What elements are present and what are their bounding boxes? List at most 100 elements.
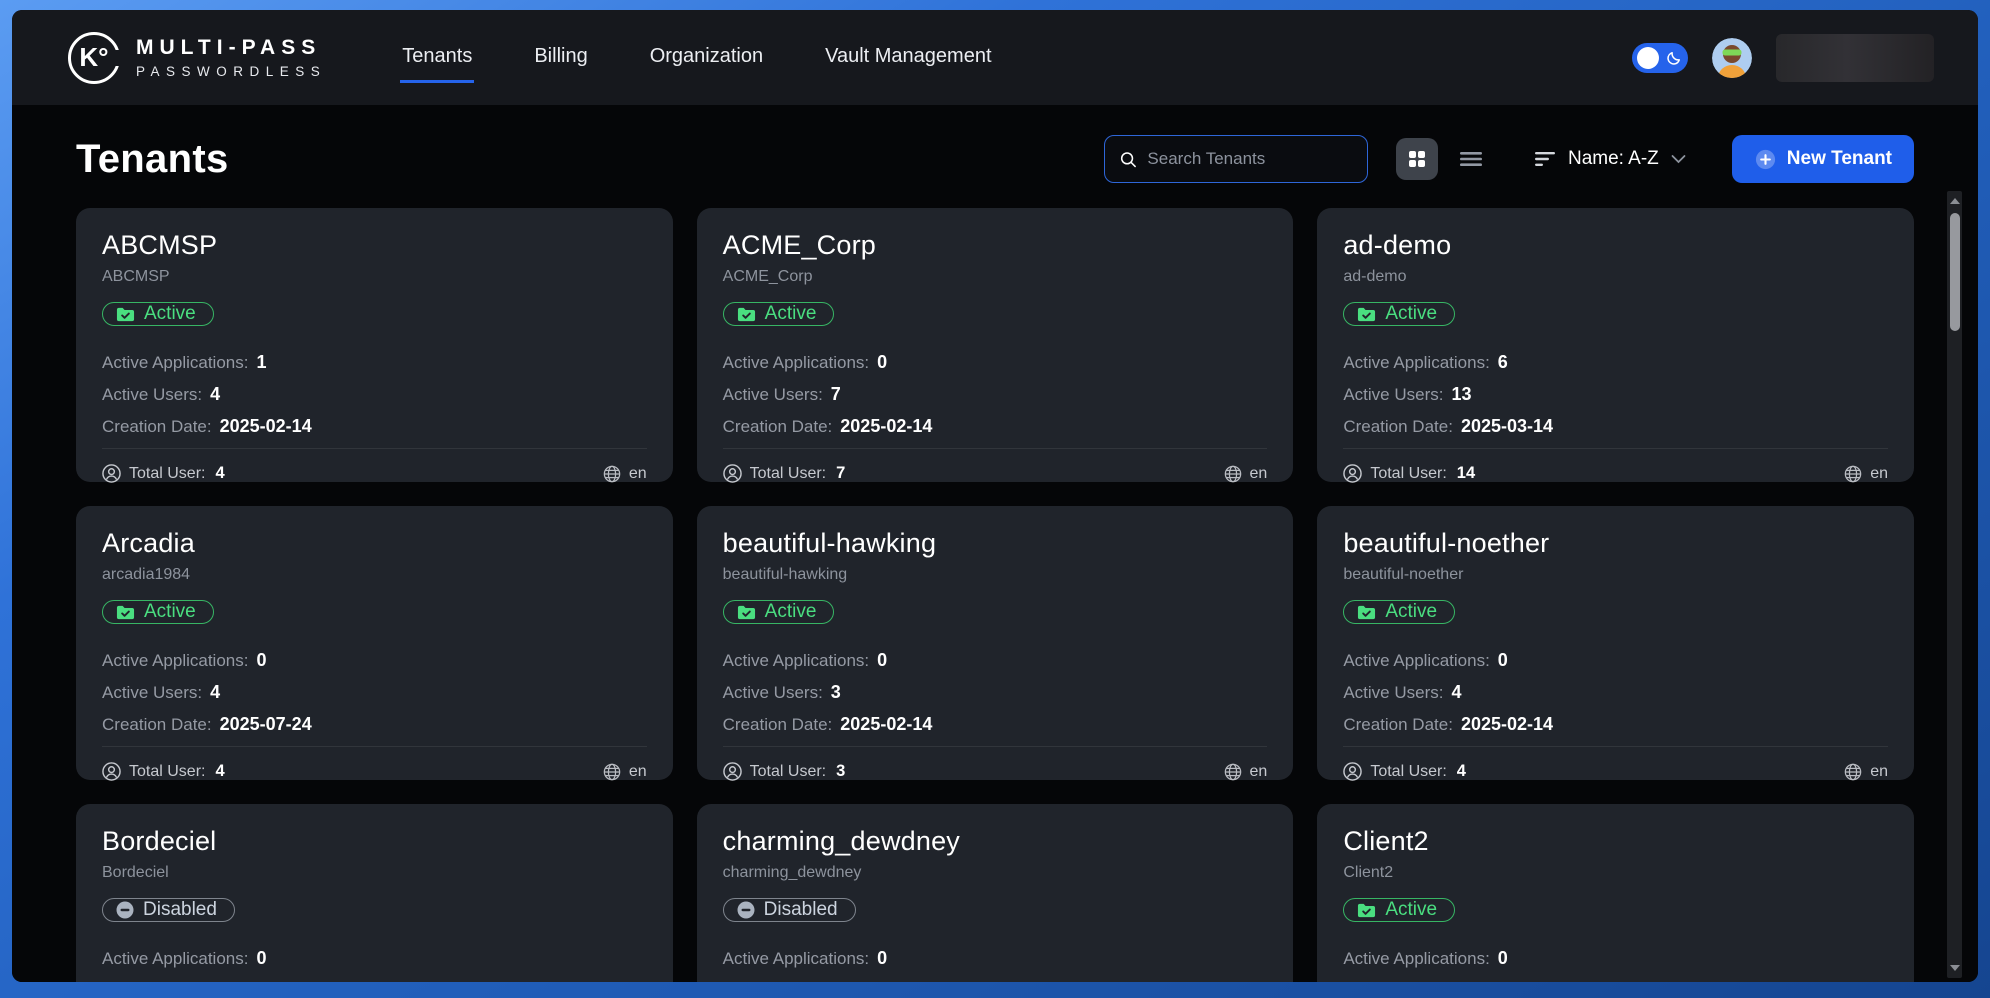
grid-icon bbox=[1407, 149, 1427, 169]
sort-label: Name: A-Z bbox=[1568, 148, 1659, 170]
status-badge: Active bbox=[723, 302, 835, 326]
user-circle-icon bbox=[723, 762, 742, 781]
nav-item-vault-management[interactable]: Vault Management bbox=[823, 33, 993, 83]
globe-icon bbox=[1844, 465, 1862, 483]
creation-date-value: 2025-07-24 bbox=[220, 714, 312, 735]
user-circle-icon bbox=[1343, 762, 1362, 781]
tenant-name: ABCMSP bbox=[102, 230, 647, 261]
active-applications-row: Active Applications: 0 bbox=[723, 948, 1268, 969]
list-icon bbox=[1459, 149, 1483, 169]
status-label: Active bbox=[1385, 601, 1437, 623]
list-view-button[interactable] bbox=[1454, 138, 1488, 180]
tenant-card[interactable]: ACME_Corp ACME_Corp Active Active Applic… bbox=[697, 208, 1294, 482]
active-users-row: Active Users: 7 bbox=[723, 384, 1268, 405]
nav-item-billing[interactable]: Billing bbox=[532, 33, 589, 83]
active-users-value: 4 bbox=[210, 384, 220, 405]
total-user-label: Total User: bbox=[129, 763, 205, 781]
active-users-row: Active Users: bbox=[102, 980, 647, 982]
nav-item-organization[interactable]: Organization bbox=[648, 33, 765, 83]
search-box[interactable] bbox=[1104, 135, 1368, 183]
active-users-row: Active Users: 13 bbox=[1343, 384, 1888, 405]
search-icon bbox=[1119, 149, 1137, 170]
plus-circle-icon bbox=[1754, 148, 1777, 171]
top-navbar: K° MULTI-PASS PASSWORDLESS Tenants Billi… bbox=[12, 10, 1978, 105]
user-circle-icon bbox=[102, 464, 121, 483]
tenant-name: ad-demo bbox=[1343, 230, 1888, 261]
active-applications-value: 6 bbox=[1498, 352, 1508, 373]
status-label: Disabled bbox=[143, 899, 217, 921]
minus-circle-icon bbox=[116, 901, 134, 919]
total-user-label: Total User: bbox=[750, 465, 826, 483]
active-users-row: Active Users: 4 bbox=[102, 682, 647, 703]
new-tenant-button[interactable]: New Tenant bbox=[1732, 135, 1914, 183]
language-value: en bbox=[1250, 763, 1268, 781]
main-content: Tenants bbox=[12, 105, 1978, 982]
tenant-card[interactable]: Client2 Client2 Active Active Applicatio… bbox=[1317, 804, 1914, 982]
creation-date-row: Creation Date: 2025-02-14 bbox=[723, 714, 1268, 735]
tenant-card[interactable]: Arcadia arcadia1984 Active Active Applic… bbox=[76, 506, 673, 780]
status-label: Active bbox=[144, 303, 196, 325]
status-label: Disabled bbox=[764, 899, 838, 921]
globe-icon bbox=[603, 763, 621, 781]
active-applications-row: Active Applications: 0 bbox=[102, 948, 647, 969]
main-nav: Tenants Billing Organization Vault Manag… bbox=[400, 33, 993, 83]
active-applications-value: 0 bbox=[877, 948, 887, 969]
creation-date-value: 2025-02-14 bbox=[840, 714, 932, 735]
folder-check-icon bbox=[1357, 306, 1376, 323]
total-user-label: Total User: bbox=[1370, 465, 1446, 483]
user-avatar[interactable] bbox=[1712, 38, 1752, 78]
tenant-grid: ABCMSP ABCMSP Active Active Applications… bbox=[12, 208, 1978, 982]
active-applications-row: Active Applications: 1 bbox=[102, 352, 647, 373]
folder-check-icon bbox=[116, 604, 135, 621]
user-name-redacted bbox=[1776, 34, 1934, 82]
status-label: Active bbox=[765, 601, 817, 623]
tenant-slug: charming_dewdney bbox=[723, 864, 1268, 882]
creation-date-value: 2025-02-14 bbox=[1461, 714, 1553, 735]
active-applications-value: 0 bbox=[1498, 650, 1508, 671]
status-badge: Active bbox=[102, 600, 214, 624]
scrollbar-thumb[interactable] bbox=[1950, 213, 1960, 331]
tenant-card[interactable]: beautiful-noether beautiful-noether Acti… bbox=[1317, 506, 1914, 780]
chevron-down-icon bbox=[1671, 154, 1686, 164]
tenant-card[interactable]: beautiful-hawking beautiful-hawking Acti… bbox=[697, 506, 1294, 780]
brand-logo[interactable]: K° MULTI-PASS PASSWORDLESS bbox=[68, 32, 326, 84]
active-applications-row: Active Applications: 6 bbox=[1343, 352, 1888, 373]
status-badge: Active bbox=[1343, 302, 1455, 326]
creation-date-row: Creation Date: 2025-02-14 bbox=[102, 416, 647, 437]
search-input[interactable] bbox=[1147, 149, 1353, 169]
creation-date-value: 2025-02-14 bbox=[840, 416, 932, 437]
folder-check-icon bbox=[116, 306, 135, 323]
scrollbar[interactable] bbox=[1947, 191, 1962, 978]
active-users-value: 3 bbox=[831, 682, 841, 703]
logo-monogram: K° bbox=[79, 42, 108, 73]
language-value: en bbox=[629, 763, 647, 781]
status-label: Active bbox=[1385, 899, 1437, 921]
card-footer: Total User: 4 en bbox=[1343, 746, 1888, 781]
tenant-slug: arcadia1984 bbox=[102, 566, 647, 584]
tenant-slug: beautiful-noether bbox=[1343, 566, 1888, 584]
grid-view-button[interactable] bbox=[1396, 138, 1438, 180]
tenant-name: charming_dewdney bbox=[723, 826, 1268, 857]
theme-toggle[interactable] bbox=[1632, 43, 1688, 73]
tenant-card[interactable]: charming_dewdney charming_dewdney Disabl… bbox=[697, 804, 1294, 982]
scroll-up-arrow[interactable] bbox=[1947, 193, 1962, 209]
folder-check-icon bbox=[1357, 902, 1376, 919]
language-value: en bbox=[1870, 763, 1888, 781]
scroll-down-arrow[interactable] bbox=[1947, 960, 1962, 976]
globe-icon bbox=[1224, 763, 1242, 781]
status-badge: Active bbox=[1343, 600, 1455, 624]
new-tenant-label: New Tenant bbox=[1787, 148, 1892, 170]
nav-item-tenants[interactable]: Tenants bbox=[400, 33, 474, 83]
tenant-name: beautiful-hawking bbox=[723, 528, 1268, 559]
logo-ring-icon: K° bbox=[68, 32, 120, 84]
tenant-card[interactable]: ABCMSP ABCMSP Active Active Applications… bbox=[76, 208, 673, 482]
active-users-row: Active Users: bbox=[723, 980, 1268, 982]
total-user-label: Total User: bbox=[129, 465, 205, 483]
sort-control[interactable]: Name: A-Z bbox=[1534, 148, 1686, 170]
tenant-card[interactable]: Bordeciel Bordeciel Disabled Active Appl… bbox=[76, 804, 673, 982]
total-user-label: Total User: bbox=[750, 763, 826, 781]
folder-check-icon bbox=[737, 306, 756, 323]
status-badge: Active bbox=[102, 302, 214, 326]
tenant-card[interactable]: ad-demo ad-demo Active Active Applicatio… bbox=[1317, 208, 1914, 482]
active-applications-row: Active Applications: 0 bbox=[1343, 650, 1888, 671]
